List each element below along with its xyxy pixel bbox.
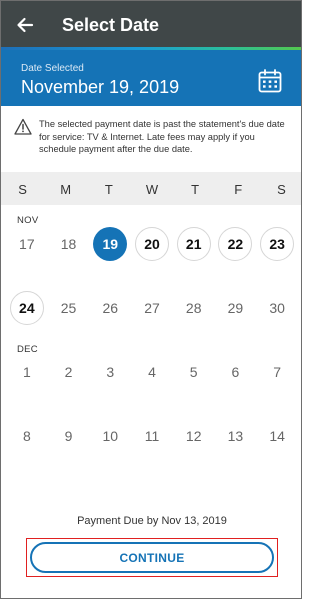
- calendar-button[interactable]: [257, 68, 283, 94]
- weekday-label: T: [191, 182, 200, 197]
- day-number: 25: [60, 300, 77, 316]
- weekday-label: W: [145, 182, 159, 197]
- day-number: 28: [185, 300, 202, 316]
- calendar-day-disabled: 3: [89, 354, 131, 390]
- calendar-week-row: 17 18 19 20 21 22 23: [6, 226, 298, 262]
- day-number: 30: [269, 300, 285, 316]
- calendar-day-disabled: 11: [131, 418, 173, 454]
- arrow-left-icon: [17, 17, 34, 33]
- weekday-label: F: [234, 182, 243, 197]
- day-number: 13: [227, 428, 244, 444]
- day-number: 26: [102, 300, 119, 316]
- warning-triangle-icon: [14, 118, 32, 135]
- calendar-day[interactable]: 21: [173, 226, 215, 262]
- day-number: 12: [185, 428, 202, 444]
- calendar-day-disabled: 28: [173, 290, 215, 326]
- page-title: Select Date: [62, 15, 160, 35]
- day-number: 11: [144, 428, 160, 444]
- calendar-day-disabled: 5: [173, 354, 215, 390]
- calendar-day[interactable]: 23: [256, 226, 298, 262]
- calendar-day-disabled: 4: [131, 354, 173, 390]
- calendar-day-disabled: 30: [256, 290, 298, 326]
- day-number: 20: [134, 227, 169, 261]
- day-number: 21: [176, 227, 211, 261]
- day-number: 2: [64, 364, 73, 380]
- day-number: 4: [148, 364, 156, 380]
- calendar-day[interactable]: 20: [131, 226, 173, 262]
- calendar-day-disabled: 29: [215, 290, 257, 326]
- calendar-day-disabled: 14: [256, 418, 298, 454]
- calendar-week-row: 24 25 26 27 28 29 30: [6, 290, 298, 326]
- weekday-label: M: [60, 182, 72, 197]
- calendar-week-row: 8 9 10 11 12 13 14: [6, 418, 298, 454]
- calendar-day-disabled: 13: [215, 418, 257, 454]
- back-button[interactable]: [11, 11, 39, 39]
- screen: Select Date Date Selected November 19, 2…: [0, 0, 302, 599]
- calendar-day-disabled: 8: [6, 418, 48, 454]
- day-number: 7: [273, 364, 282, 380]
- date-selected-header: Date Selected November 19, 2019: [1, 50, 301, 106]
- warning-text: The selected payment date is past the st…: [39, 119, 285, 154]
- calendar-day[interactable]: 24: [6, 290, 48, 326]
- day-number: 10: [102, 428, 119, 444]
- continue-button[interactable]: CONTINUE: [30, 542, 274, 573]
- day-number: 22: [218, 227, 253, 261]
- calendar-day-disabled: 12: [173, 418, 215, 454]
- month-label-nov: NOV: [17, 215, 39, 226]
- calendar-day[interactable]: 22: [215, 226, 257, 262]
- day-number: 17: [19, 236, 35, 252]
- calendar-day-disabled: 27: [131, 290, 173, 326]
- calendar-day-disabled: 17: [6, 226, 48, 262]
- calendar-day-disabled: 2: [48, 354, 90, 390]
- date-selected-value: November 19, 2019: [21, 77, 180, 97]
- day-number: 14: [269, 428, 285, 444]
- day-number: 24: [9, 291, 44, 325]
- day-number: 5: [189, 364, 198, 380]
- calendar-day-disabled: 26: [89, 290, 131, 326]
- day-number: 9: [64, 428, 73, 444]
- day-number: 18: [60, 236, 77, 252]
- calendar-day-disabled: 18: [48, 226, 90, 262]
- day-number: 3: [106, 364, 115, 380]
- calendar-day-disabled: 25: [48, 290, 90, 326]
- calendar-day-disabled: 7: [256, 354, 298, 390]
- day-number: 27: [144, 300, 160, 316]
- calendar-day-disabled: 10: [89, 418, 131, 454]
- day-number: 6: [231, 364, 240, 380]
- late-fee-warning: The selected payment date is past the st…: [1, 106, 301, 172]
- calendar-day-disabled: 1: [6, 354, 48, 390]
- day-number: 29: [227, 300, 244, 316]
- calendar-week-row: 1 2 3 4 5 6 7: [6, 354, 298, 390]
- day-number: 23: [260, 227, 295, 261]
- weekday-header: S M T W T F S: [1, 172, 301, 205]
- day-number: 8: [22, 428, 31, 444]
- day-number: 1: [22, 364, 31, 380]
- day-number: 19: [93, 227, 128, 261]
- app-bar: Select Date: [1, 1, 301, 49]
- weekday-label: T: [104, 182, 113, 197]
- weekday-label: S: [277, 182, 286, 197]
- payment-due-text: Payment Due by Nov 13, 2019: [77, 515, 227, 527]
- weekday-label: S: [18, 182, 27, 197]
- date-selected-label: Date Selected: [21, 63, 84, 74]
- calendar-day-disabled: 9: [48, 418, 90, 454]
- calendar-icon: [258, 69, 282, 93]
- calendar-day-selected[interactable]: 19: [89, 226, 131, 262]
- calendar-day-disabled: 6: [215, 354, 257, 390]
